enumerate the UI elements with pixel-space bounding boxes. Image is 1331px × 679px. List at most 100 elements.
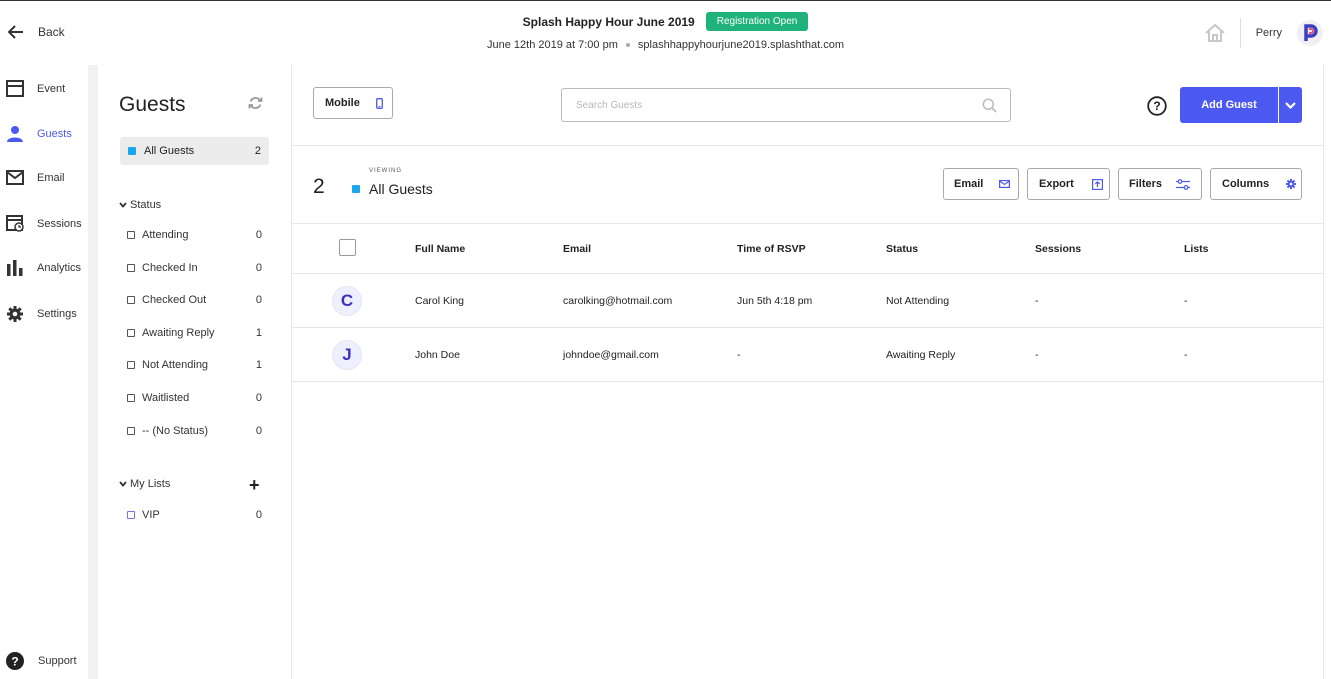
viewing-value: All Guests — [369, 181, 433, 197]
nav-label: Settings — [37, 308, 77, 320]
event-header: Splash Happy Hour June 2019 Registration… — [0, 12, 1331, 51]
separator-dot — [625, 43, 630, 47]
username[interactable]: Perry — [1256, 27, 1282, 39]
top-right-controls: Perry — [1204, 17, 1323, 49]
cell-email: carolking@hotmail.com — [563, 295, 673, 307]
user-logo-avatar-icon[interactable] — [1297, 20, 1323, 46]
event-date: June 12th 2019 at 7:00 pm — [487, 39, 618, 51]
gear-icon — [1286, 179, 1297, 189]
checkbox-icon — [127, 511, 135, 519]
my-lists-section-toggle[interactable]: My Lists — [119, 478, 170, 490]
registration-status-badge[interactable]: Registration Open — [705, 12, 809, 31]
add-list-button[interactable]: + — [249, 476, 260, 494]
help-icon[interactable]: ? — [1147, 96, 1167, 116]
nav-label: Event — [37, 82, 66, 95]
status-label: -- (No Status) — [142, 425, 209, 437]
chevron-down-icon — [119, 202, 127, 208]
status-filter-not-attending[interactable]: Not Attending 1 — [127, 359, 262, 371]
cell-lists: - — [1184, 295, 1188, 307]
status-count: 0 — [255, 229, 262, 241]
filters-label: Filters — [1129, 178, 1163, 190]
column-header-email[interactable]: Email — [563, 243, 591, 255]
columns-label: Columns — [1222, 178, 1270, 190]
list-item-vip[interactable]: VIP 0 — [127, 509, 262, 521]
sliders-icon — [1176, 178, 1191, 190]
cell-lists: - — [1184, 349, 1188, 361]
status-label: Waitlisted — [142, 392, 190, 404]
status-filter-checked-out[interactable]: Checked Out 0 — [127, 294, 262, 306]
status-count: 0 — [255, 392, 262, 404]
select-all-checkbox[interactable] — [339, 239, 356, 256]
column-header-status[interactable]: Status — [886, 243, 918, 255]
cell-full-name[interactable]: John Doe — [415, 349, 460, 361]
email-button[interactable]: Email — [943, 168, 1019, 200]
all-guests-count: 2 — [254, 145, 261, 157]
add-guest-dropdown-toggle[interactable] — [1278, 87, 1302, 123]
add-guest-split-button: Add Guest — [1180, 87, 1302, 123]
sidebar-item-all-guests[interactable]: All Guests 2 — [120, 137, 269, 165]
nav-item-email[interactable]: Email — [6, 170, 65, 185]
search-box — [561, 88, 1011, 122]
table-row[interactable]: C Carol King carolking@hotmail.com Jun 5… — [292, 274, 1324, 328]
search-input[interactable] — [576, 99, 976, 111]
status-label: Checked Out — [142, 294, 207, 306]
mobile-label: Mobile — [325, 97, 360, 109]
status-section-toggle[interactable]: Status — [119, 199, 161, 211]
event-title: Splash Happy Hour June 2019 — [522, 14, 695, 29]
viewing-selection: All Guests — [352, 181, 433, 197]
cell-status: Awaiting Reply — [886, 349, 956, 361]
cell-status: Not Attending — [886, 295, 950, 307]
nav-item-event[interactable]: Event — [6, 80, 65, 97]
status-label: Checked In — [142, 262, 198, 274]
search-icon[interactable] — [982, 98, 997, 113]
my-lists-header: My Lists — [130, 478, 171, 490]
support-link[interactable]: ? Support — [6, 652, 77, 670]
divider — [292, 223, 1324, 224]
status-filter-awaiting-reply[interactable]: Awaiting Reply 1 — [127, 327, 262, 339]
column-header-time-of-rsvp[interactable]: Time of RSVP — [737, 243, 806, 255]
status-count: 0 — [255, 294, 262, 306]
mobile-button[interactable]: Mobile — [313, 87, 393, 119]
upload-icon — [1091, 178, 1103, 190]
guest-avatar: C — [333, 287, 361, 315]
divider-strip — [88, 65, 98, 679]
event-url-link[interactable]: splashhappyhourjune2019.splashthat.com — [638, 39, 844, 51]
person-icon — [7, 126, 23, 142]
status-filter-attending[interactable]: Attending 0 — [127, 229, 262, 241]
export-button[interactable]: Export — [1027, 168, 1110, 200]
columns-button[interactable]: Columns — [1210, 168, 1302, 200]
column-header-sessions[interactable]: Sessions — [1035, 243, 1081, 255]
refresh-icon[interactable] — [248, 96, 263, 110]
filters-button[interactable]: Filters — [1118, 168, 1202, 200]
status-filter-waitlisted[interactable]: Waitlisted 0 — [127, 392, 262, 404]
nav-label: Sessions — [37, 217, 82, 230]
nav-item-analytics[interactable]: Analytics — [6, 260, 81, 276]
vertical-divider — [1239, 18, 1241, 48]
cell-full-name[interactable]: Carol King — [415, 295, 464, 307]
checkbox-icon — [127, 296, 135, 304]
color-square-icon — [352, 185, 360, 193]
envelope-icon — [6, 170, 24, 185]
list-label: VIP — [142, 509, 160, 521]
status-count: 1 — [255, 359, 262, 371]
chevron-down-icon — [1285, 101, 1296, 109]
column-header-full-name[interactable]: Full Name — [415, 243, 465, 255]
nav-item-settings[interactable]: Settings — [6, 305, 77, 323]
phone-icon — [375, 97, 383, 109]
status-filter-checked-in[interactable]: Checked In 0 — [127, 262, 262, 274]
home-icon[interactable] — [1204, 23, 1226, 43]
cell-time-of-rsvp: Jun 5th 4:18 pm — [737, 295, 813, 307]
export-label: Export — [1039, 178, 1074, 190]
nav-item-guests[interactable]: Guests — [6, 125, 72, 142]
sidebar-title: Guests — [119, 93, 186, 116]
add-guest-button[interactable]: Add Guest — [1180, 87, 1278, 123]
cell-email: johndoe@gmail.com — [563, 349, 659, 361]
status-filter-no-status[interactable]: -- (No Status) 0 — [127, 425, 262, 437]
cell-time-of-rsvp: - — [737, 349, 741, 361]
support-label: Support — [38, 655, 77, 667]
viewing-label: VIEWING — [369, 168, 403, 174]
status-count: 0 — [255, 262, 262, 274]
column-header-lists[interactable]: Lists — [1184, 243, 1209, 255]
table-row[interactable]: J John Doe johndoe@gmail.com - Awaiting … — [292, 328, 1324, 382]
nav-item-sessions[interactable]: Sessions — [6, 215, 82, 232]
